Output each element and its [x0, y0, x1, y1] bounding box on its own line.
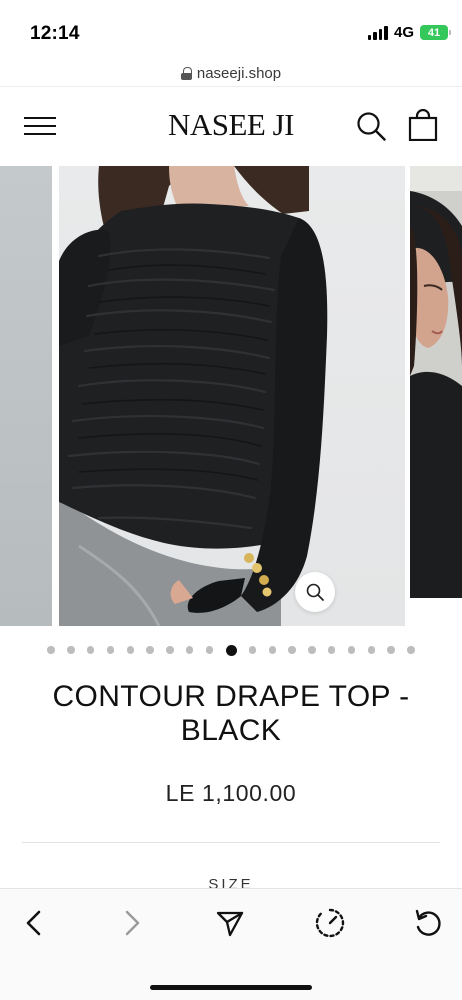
lock-icon — [180, 66, 192, 80]
pagination-dot[interactable] — [407, 646, 415, 654]
pagination-dot[interactable] — [146, 646, 154, 654]
signal-icon — [367, 25, 388, 40]
pagination-dot[interactable] — [268, 646, 277, 654]
search-icon[interactable] — [356, 111, 386, 141]
reload-button[interactable] — [410, 905, 446, 941]
reload-icon — [415, 909, 441, 936]
next-product-image[interactable] — [410, 166, 462, 626]
status-bar: 12:14 4G 41 — [0, 0, 462, 56]
battery-level: 41 — [427, 26, 441, 39]
speed-button[interactable] — [312, 905, 348, 941]
gallery-pagination — [0, 644, 462, 656]
battery-icon: 41 — [420, 25, 451, 40]
shopping-bag-icon[interactable] — [408, 109, 438, 141]
product-photo-illustration — [59, 166, 328, 626]
back-button[interactable] — [16, 905, 52, 941]
brand-logo[interactable]: NASEE JI — [0, 107, 462, 143]
previous-product-image[interactable] — [0, 166, 52, 626]
pagination-dot[interactable] — [327, 646, 336, 654]
product-image[interactable] — [59, 166, 405, 626]
pagination-dot[interactable] — [387, 646, 395, 654]
pagination-dot[interactable] — [205, 646, 214, 654]
pagination-dot-active[interactable] — [225, 644, 237, 656]
zoom-button[interactable] — [295, 572, 335, 612]
next-photo-illustration — [410, 166, 462, 626]
pagination-dot[interactable] — [288, 646, 296, 654]
pagination-dot[interactable] — [47, 646, 55, 654]
pagination-dot[interactable] — [308, 646, 316, 654]
forward-icon — [125, 910, 140, 936]
zoom-icon — [306, 583, 324, 601]
pagination-dot[interactable] — [126, 646, 135, 654]
url-bar[interactable]: naseeji.shop — [0, 62, 462, 84]
status-indicators: 4G 41 — [367, 24, 451, 41]
url-text: naseeji.shop — [196, 64, 282, 82]
pagination-dot[interactable] — [185, 646, 194, 654]
speed-icon — [315, 908, 345, 938]
product-title: CONTOUR DRAPE TOP - BLACK — [52, 680, 410, 747]
product-gallery[interactable] — [0, 166, 462, 626]
back-icon — [26, 910, 41, 936]
status-time: 12:14 — [30, 23, 80, 44]
pagination-dot[interactable] — [248, 646, 257, 654]
pagination-dot[interactable] — [166, 646, 174, 654]
pagination-dot[interactable] — [86, 646, 95, 654]
site-header: NASEE JI — [0, 86, 462, 166]
pagination-dot[interactable] — [347, 646, 356, 654]
share-icon — [216, 911, 244, 937]
pagination-dot[interactable] — [106, 646, 115, 654]
browser-toolbar — [0, 888, 462, 1000]
home-indicator — [150, 985, 312, 990]
pagination-dot[interactable] — [367, 646, 376, 654]
pagination-dot[interactable] — [67, 646, 75, 654]
share-button[interactable] — [212, 905, 248, 941]
size-label: SIZE — [208, 876, 254, 888]
divider — [22, 842, 440, 843]
product-price: LE 1,100.00 — [165, 780, 297, 806]
network-type: 4G — [393, 24, 414, 41]
forward-button[interactable] — [114, 905, 150, 941]
